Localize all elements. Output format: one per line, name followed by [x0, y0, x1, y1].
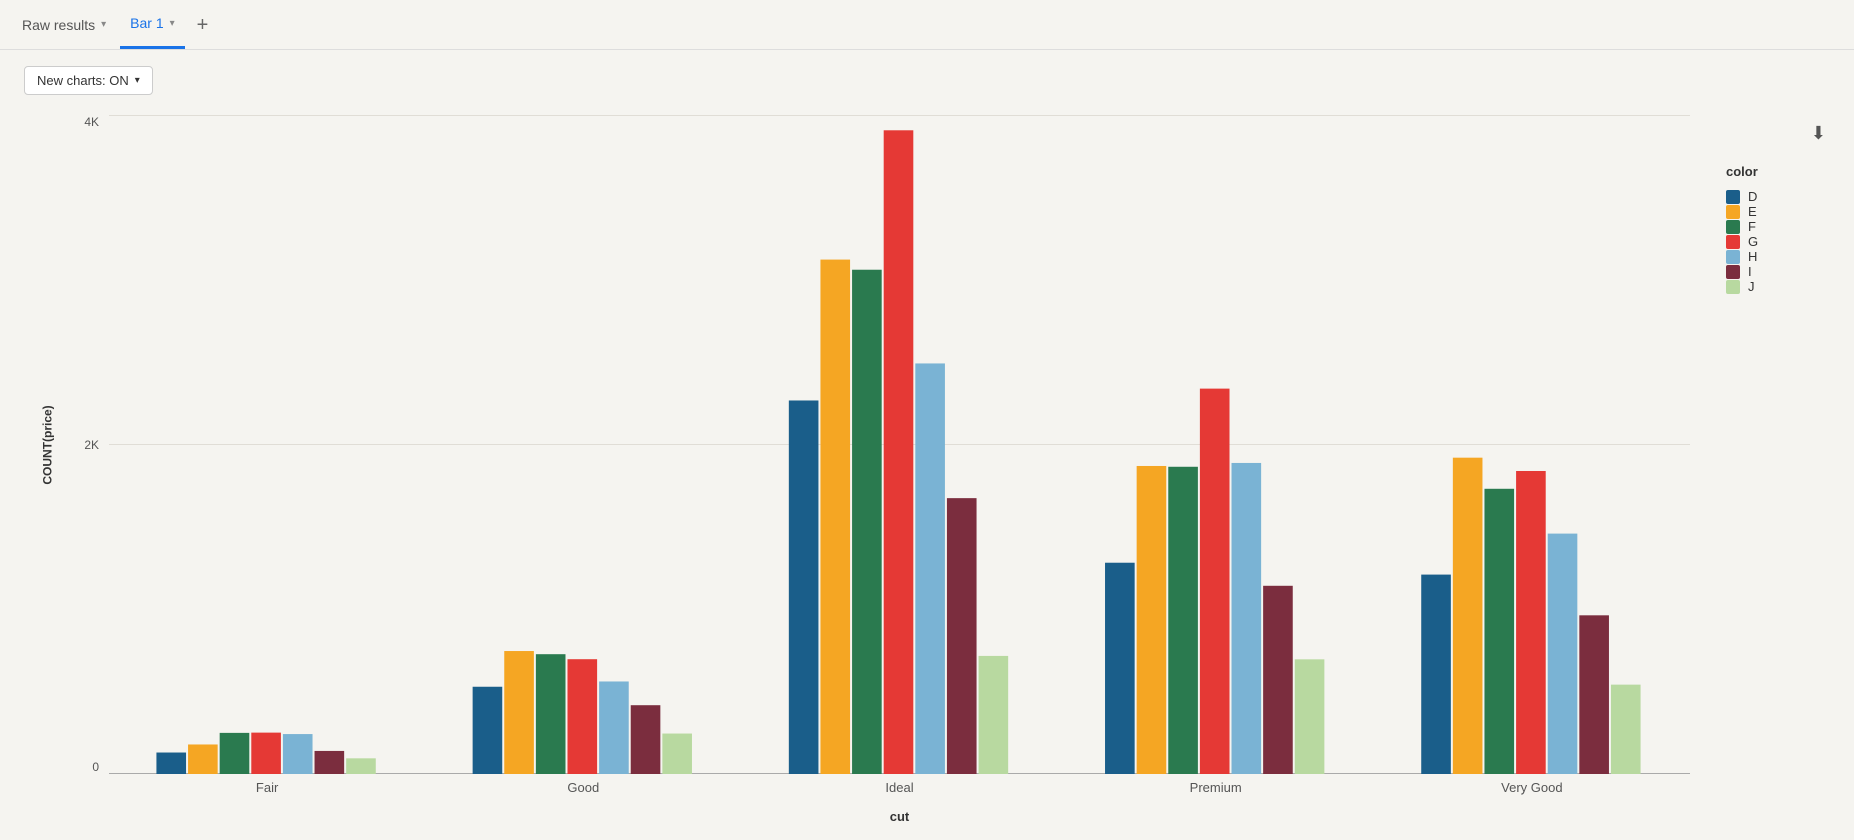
bar-Good-G[interactable]	[567, 659, 597, 774]
x-label-Ideal: Ideal	[885, 780, 913, 795]
add-tab-button[interactable]: +	[189, 15, 217, 35]
legend-label-E: E	[1748, 204, 1757, 219]
legend: color D E F G H I J	[1710, 154, 1830, 304]
y-axis-label: COUNT(price)	[41, 405, 55, 484]
legend-label-G: G	[1748, 234, 1758, 249]
bar-Fair-E[interactable]	[188, 744, 218, 774]
bar-Very Good-I[interactable]	[1579, 615, 1609, 774]
new-charts-chevron: ▾	[135, 75, 140, 86]
legend-label-H: H	[1748, 249, 1757, 264]
chart-container: COUNT(price) 0 2K 4K Fair Good Ideal Premium V…	[24, 115, 1830, 824]
bar-Fair-J[interactable]	[346, 758, 376, 774]
legend-title: color	[1726, 164, 1814, 179]
bar-Premium-D[interactable]	[1105, 563, 1135, 774]
tab-bar: Raw results ▾ Bar 1 ▾ +	[0, 0, 1854, 50]
bar-Very Good-H[interactable]	[1548, 534, 1578, 774]
legend-items: D E F G H I J	[1726, 189, 1814, 294]
bar-Premium-I[interactable]	[1263, 586, 1293, 774]
bar-Very Good-F[interactable]	[1484, 489, 1514, 774]
legend-swatch-G	[1726, 235, 1740, 249]
bar-Fair-I[interactable]	[315, 751, 345, 774]
main-content: New charts: ON ▾ COUNT(price) 0 2K 4K	[0, 50, 1854, 840]
legend-item-E: E	[1726, 204, 1814, 219]
bar-Ideal-E[interactable]	[820, 260, 850, 774]
bar-Very Good-E[interactable]	[1453, 458, 1483, 774]
chart-area: COUNT(price) 0 2K 4K Fair Good Ideal Premium V…	[24, 115, 1690, 824]
x-axis-title: cut	[890, 809, 910, 824]
tab-bar1[interactable]: Bar 1 ▾	[120, 0, 185, 49]
bar-Premium-F[interactable]	[1168, 467, 1198, 774]
legend-swatch-F	[1726, 220, 1740, 234]
legend-area: ⬇ color D E F G H I J	[1690, 115, 1830, 824]
legend-swatch-J	[1726, 280, 1740, 294]
bar-Good-I[interactable]	[631, 705, 661, 774]
bar-Fair-H[interactable]	[283, 734, 313, 774]
bar-Premium-H[interactable]	[1232, 463, 1262, 774]
legend-label-F: F	[1748, 219, 1756, 234]
download-button[interactable]: ⬇	[1807, 119, 1830, 148]
bar-Ideal-I[interactable]	[947, 498, 977, 774]
bar-Fair-F[interactable]	[220, 733, 250, 774]
bar-Ideal-F[interactable]	[852, 270, 882, 774]
tab-raw-results[interactable]: Raw results ▾	[12, 0, 116, 49]
bar-Good-J[interactable]	[662, 734, 692, 774]
legend-item-D: D	[1726, 189, 1814, 204]
tab-bar1-chevron: ▾	[170, 18, 175, 29]
x-label-Fair: Fair	[256, 780, 278, 795]
bar-Fair-G[interactable]	[251, 733, 281, 774]
legend-item-H: H	[1726, 249, 1814, 264]
tab-bar1-label: Bar 1	[130, 15, 163, 31]
new-charts-label: New charts: ON	[37, 73, 129, 88]
new-charts-toggle[interactable]: New charts: ON ▾	[24, 66, 153, 95]
tab-raw-results-chevron: ▾	[101, 19, 106, 30]
bar-Very Good-D[interactable]	[1421, 575, 1451, 774]
legend-item-I: I	[1726, 264, 1814, 279]
legend-swatch-H	[1726, 250, 1740, 264]
bar-Very Good-G[interactable]	[1516, 471, 1546, 774]
bar-Good-E[interactable]	[504, 651, 534, 774]
bar-Fair-D[interactable]	[156, 753, 186, 774]
bar-Good-F[interactable]	[536, 654, 566, 774]
x-label-Very Good: Very Good	[1501, 780, 1562, 795]
y-axis: 0 2K 4K	[64, 115, 109, 824]
x-axis-labels: Fair Good Ideal Premium Very Good cut	[109, 774, 1690, 824]
bar-Ideal-J[interactable]	[979, 656, 1009, 774]
x-label-Premium: Premium	[1190, 780, 1242, 795]
legend-label-J: J	[1748, 279, 1755, 294]
bar-Ideal-D[interactable]	[789, 400, 819, 774]
bar-Ideal-H[interactable]	[915, 363, 945, 774]
legend-swatch-I	[1726, 265, 1740, 279]
bar-Very Good-J[interactable]	[1611, 685, 1641, 774]
bar-Premium-G[interactable]	[1200, 389, 1230, 774]
legend-item-G: G	[1726, 234, 1814, 249]
legend-swatch-E	[1726, 205, 1740, 219]
legend-label-I: I	[1748, 264, 1752, 279]
legend-swatch-D	[1726, 190, 1740, 204]
legend-label-D: D	[1748, 189, 1757, 204]
legend-item-F: F	[1726, 219, 1814, 234]
tab-raw-results-label: Raw results	[22, 17, 95, 33]
bar-Good-D[interactable]	[473, 687, 503, 774]
bars-chart	[109, 115, 1690, 774]
bar-Premium-E[interactable]	[1137, 466, 1167, 774]
y-tick-0: 0	[92, 760, 99, 774]
legend-item-J: J	[1726, 279, 1814, 294]
bar-Good-H[interactable]	[599, 681, 629, 774]
x-label-Good: Good	[567, 780, 599, 795]
bar-Ideal-G[interactable]	[884, 130, 914, 774]
y-tick-4K: 4K	[84, 115, 99, 129]
toolbar: New charts: ON ▾	[24, 66, 1830, 95]
plot-area: Fair Good Ideal Premium Very Good cut	[109, 115, 1690, 824]
bar-Premium-J[interactable]	[1295, 659, 1325, 774]
y-tick-2K: 2K	[84, 438, 99, 452]
